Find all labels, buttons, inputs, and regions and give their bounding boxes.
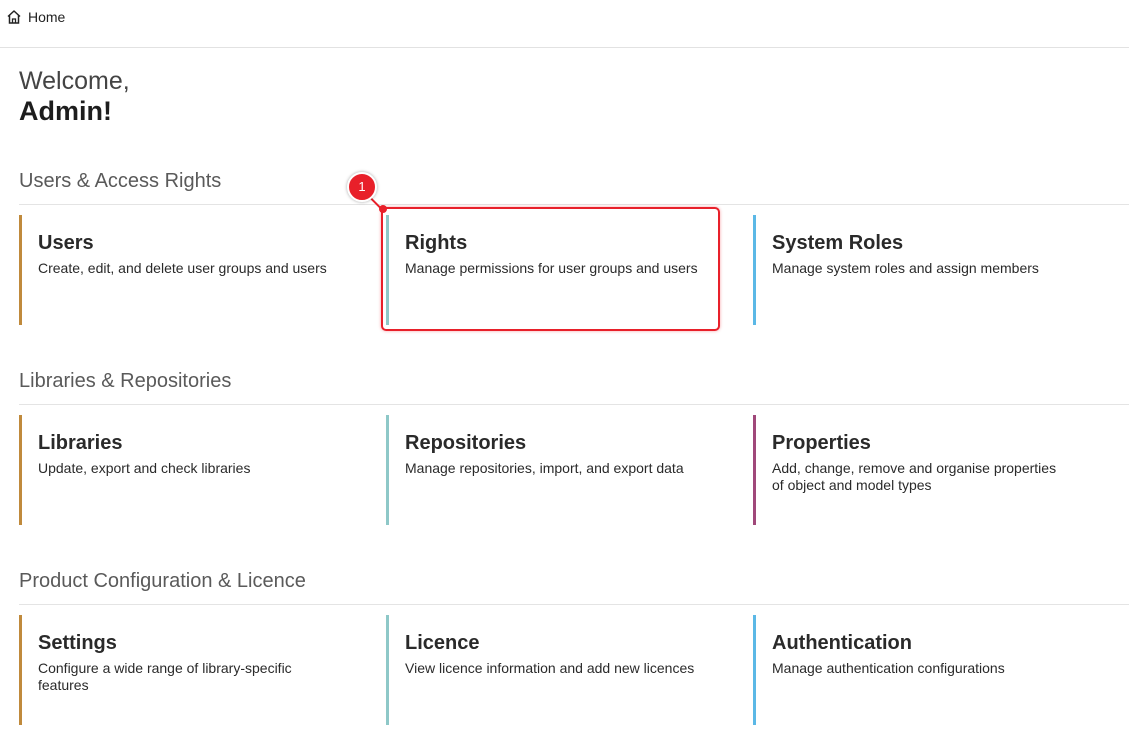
card-description: Update, export and check libraries [38, 460, 251, 476]
card-title: Properties [772, 432, 871, 454]
card-authentication[interactable]: Authentication Manage authentication con… [753, 615, 1083, 725]
card-description: Configure a wide range of library-specif… [38, 660, 292, 693]
card-row: Libraries Update, export and check libra… [19, 415, 1129, 526]
card-licence[interactable]: Licence View licence information and add… [386, 615, 716, 725]
section-title: Product Configuration & Licence [19, 568, 1129, 605]
annotation-highlight-box [381, 207, 720, 331]
home-icon [6, 9, 22, 25]
welcome-user-name: Admin! [19, 96, 112, 126]
section-product-configuration-licence: Product Configuration & Licence Settings… [19, 568, 1129, 726]
card-properties[interactable]: Properties Add, change, remove and organ… [753, 415, 1083, 525]
card-description: Manage system roles and assign members [772, 260, 1039, 276]
card-libraries[interactable]: Libraries Update, export and check libra… [19, 415, 349, 525]
card-title: Repositories [405, 432, 527, 454]
annotation-step-marker: 1 [347, 172, 377, 202]
card-description: Manage authentication configurations [772, 660, 1005, 676]
card-title: Settings [38, 632, 117, 654]
top-bar: Home [0, 0, 1129, 48]
home-label: Home [28, 9, 66, 25]
welcome-block: Welcome, Admin! [19, 66, 130, 126]
section-title: Libraries & Repositories [19, 368, 1129, 405]
card-title: System Roles [772, 232, 904, 254]
card-description: Manage repositories, import, and export … [405, 460, 684, 476]
card-title: Users [38, 232, 94, 254]
annotation-anchor-dot [379, 205, 387, 213]
card-users[interactable]: Users Create, edit, and delete user grou… [19, 215, 349, 325]
card-description: Add, change, remove and organise propert… [772, 460, 1057, 493]
card-description: Create, edit, and delete user groups and… [38, 260, 327, 276]
card-title: Libraries [38, 432, 123, 454]
card-title: Authentication [772, 632, 912, 654]
welcome-greeting: Welcome, [19, 67, 130, 95]
card-row: Settings Configure a wide range of libra… [19, 615, 1129, 726]
card-description: View licence information and add new lic… [405, 660, 695, 676]
section-title: Users & Access Rights [19, 168, 1129, 205]
card-title: Licence [405, 632, 480, 654]
home-link[interactable]: Home [6, 9, 65, 25]
card-system-roles[interactable]: System Roles Manage system roles and ass… [753, 215, 1083, 325]
card-settings[interactable]: Settings Configure a wide range of libra… [19, 615, 349, 725]
section-libraries-repositories: Libraries & Repositories Libraries Updat… [19, 368, 1129, 526]
card-repositories[interactable]: Repositories Manage repositories, import… [386, 415, 716, 525]
